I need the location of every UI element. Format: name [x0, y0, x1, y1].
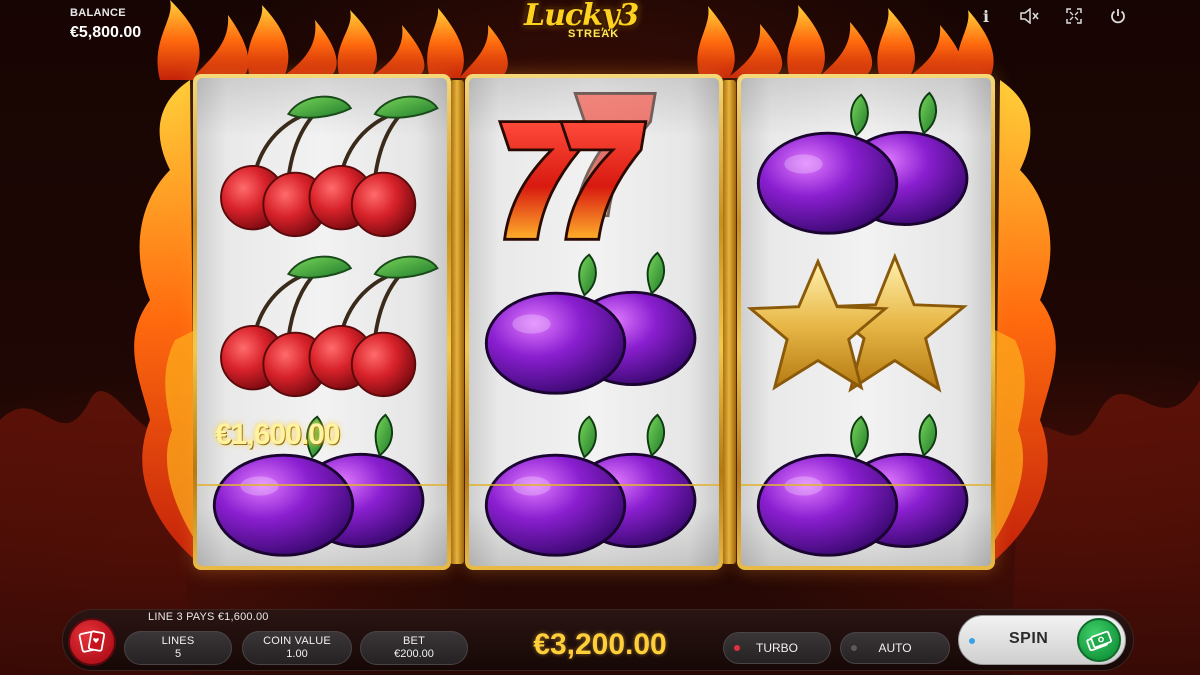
bet-selector[interactable]: BET €200.00: [360, 631, 468, 665]
line-pays-info: LINE 3 PAYS €1,600.00: [148, 611, 269, 623]
total-win-display: €3,200.00: [533, 628, 667, 661]
spin-indicator: [969, 638, 975, 644]
coin-value-value: 1.00: [286, 648, 308, 660]
balance-label: BALANCE: [70, 7, 126, 19]
lines-value: 5: [174, 648, 182, 660]
turbo-label: TURBO: [756, 641, 798, 655]
info-glyph: i: [982, 6, 990, 26]
cherries-symbol: [197, 84, 447, 246]
auto-toggle[interactable]: AUTO: [840, 632, 950, 664]
lines-label: LINES: [161, 635, 195, 647]
mute-icon[interactable]: [1020, 6, 1040, 26]
fullscreen-icon[interactable]: [1064, 6, 1084, 26]
power-icon[interactable]: [1108, 6, 1128, 26]
auto-label: AUTO: [878, 641, 912, 655]
balance-value: €5,800.00: [70, 24, 142, 41]
reel-1: [193, 74, 451, 570]
reel-divider: [450, 80, 464, 564]
payline: [469, 484, 719, 486]
plum-symbol: [741, 406, 991, 566]
game-logo: Lucky3 STREAK: [520, 0, 680, 52]
top-toolbar: i: [976, 6, 1128, 26]
reel-divider: [722, 80, 736, 564]
line-win-amount: €1,600.00: [215, 418, 340, 451]
cherries-symbol: [197, 244, 447, 406]
sevens-symbol: [469, 84, 719, 246]
logo-subtitle: STREAK: [568, 28, 620, 40]
spin-label: SPIN: [1009, 630, 1049, 647]
plum-symbol: [741, 84, 991, 246]
cards-icon: [78, 630, 106, 653]
coin-value-selector[interactable]: COIN VALUE 1.00: [242, 631, 352, 665]
stars-symbol: [741, 244, 991, 406]
turbo-indicator: [734, 645, 740, 651]
lines-selector[interactable]: LINES 5: [124, 631, 232, 665]
reel-3: [737, 74, 995, 570]
auto-indicator: [851, 645, 857, 651]
info-icon[interactable]: i: [976, 6, 996, 26]
bet-label: BET: [403, 635, 425, 647]
spin-button[interactable]: SPIN: [958, 615, 1126, 665]
turbo-toggle[interactable]: TURBO: [723, 632, 831, 664]
plum-symbol: [469, 406, 719, 566]
bet-value: €200.00: [394, 648, 434, 660]
balance-display: BALANCE €5,800.00: [70, 7, 141, 42]
reel-2: [465, 74, 723, 570]
cash-icon: [1077, 618, 1121, 662]
plum-symbol: [469, 244, 719, 406]
paytable-button[interactable]: [68, 618, 116, 666]
payline: [741, 484, 991, 486]
coin-value-label: COIN VALUE: [263, 635, 331, 647]
payline: [197, 484, 447, 486]
